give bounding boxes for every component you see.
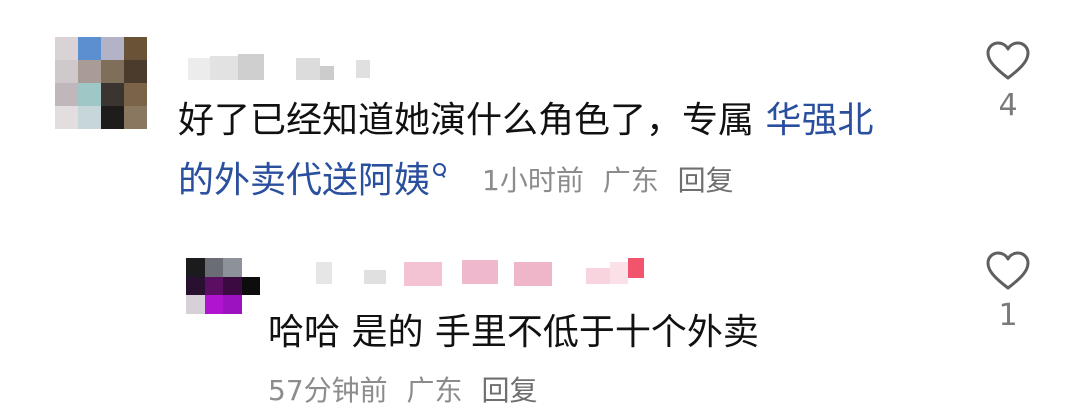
reply-button[interactable]: 回复	[481, 374, 537, 407]
search-icon[interactable]	[432, 157, 447, 181]
reply-button[interactable]: 回复	[678, 164, 734, 197]
timestamp: 57分钟前	[268, 374, 388, 407]
timestamp: 1小时前	[482, 164, 584, 197]
location: 广东	[406, 374, 463, 407]
like-button[interactable]: 4	[973, 40, 1043, 124]
reply-text: 哈哈 是的 手里不低于十个外卖	[268, 309, 759, 357]
comment-thread: 好了已经知道她演什么角色了，专属 华强北 的外卖代送阿姨 1小时前 广东 回复 …	[0, 0, 1080, 414]
avatar[interactable]	[55, 37, 147, 129]
reply-text-plain: 哈哈 是的 手里不低于十个外卖	[268, 312, 759, 353]
like-count: 4	[998, 88, 1018, 123]
heart-outline-icon	[986, 41, 1030, 80]
comment-text-plain: 好了已经知道她演什么角色了，专属	[178, 100, 766, 141]
location: 广东	[602, 164, 659, 197]
heart-outline-icon	[986, 251, 1030, 290]
comment-text-line2: 的外卖代送阿姨	[178, 157, 447, 205]
comment-text: 好了已经知道她演什么角色了，专属 华强北	[178, 97, 873, 145]
avatar[interactable]	[186, 258, 260, 314]
like-count: 1	[998, 298, 1018, 333]
keyword-link[interactable]: 华强北	[765, 100, 873, 141]
comment-meta: 1小时前 广东 回复	[482, 163, 744, 199]
keyword-link[interactable]: 的外卖代送阿姨	[178, 160, 430, 201]
reply-meta: 57分钟前 广东 回复	[268, 373, 547, 409]
like-button[interactable]: 1	[973, 250, 1043, 334]
